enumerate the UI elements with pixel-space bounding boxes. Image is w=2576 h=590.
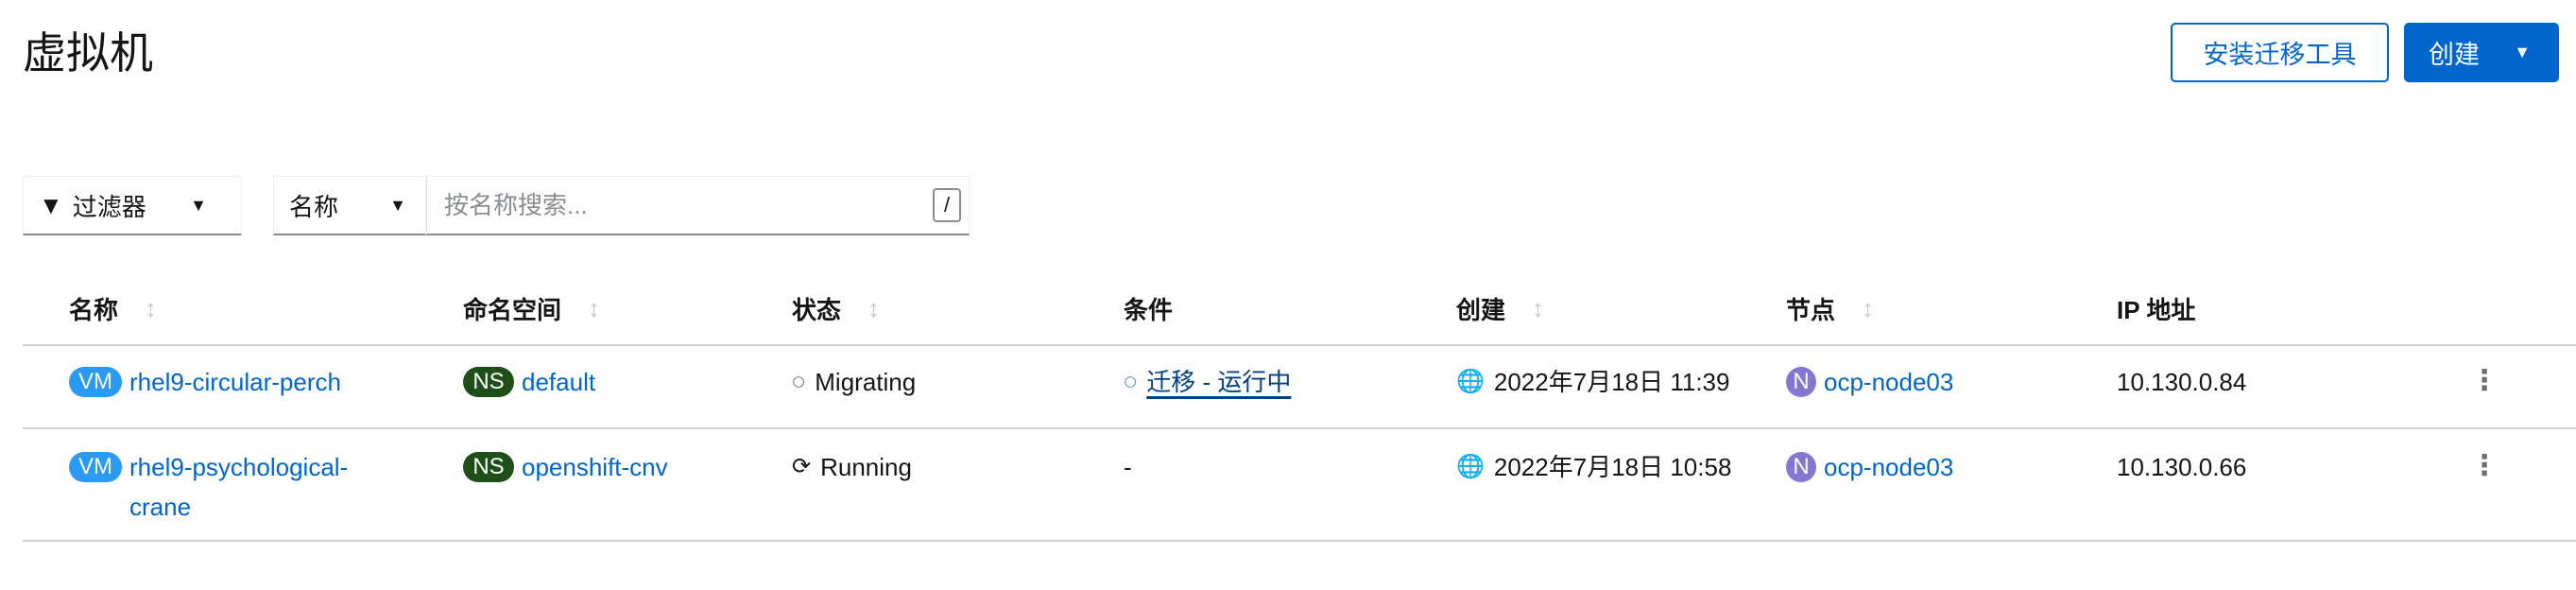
header-label: IP 地址 — [2117, 296, 2196, 324]
column-header-node[interactable]: 节点 ↕ — [1786, 291, 1874, 326]
ip-address: 10.130.0.84 — [2117, 368, 2247, 396]
created-time: 2022年7月18日 11:39 — [1493, 368, 1730, 396]
caret-down-icon: ▼ — [389, 195, 406, 215]
sort-icon: ↕ — [867, 294, 881, 322]
divider — [23, 540, 2576, 542]
kebab-menu-icon[interactable]: ⋮ — [2470, 367, 2499, 395]
vm-name-link[interactable]: rhel9-circular-perch — [129, 362, 341, 402]
node-link[interactable]: ocp-node03 — [1824, 447, 1953, 487]
sort-icon: ↕ — [145, 294, 158, 322]
filter-dropdown[interactable]: ▼ 过滤器 ▼ — [23, 176, 242, 235]
ns-badge: NS — [463, 367, 514, 397]
header-label: 名称 — [69, 296, 119, 324]
page-title: 虚拟机 — [23, 28, 153, 78]
node-badge: N — [1786, 452, 1816, 482]
ip-address: 10.130.0.66 — [2117, 453, 2247, 481]
attribute-dropdown[interactable]: 名称 ▼ — [273, 176, 426, 235]
vm-badge: VM — [69, 452, 122, 482]
node-link[interactable]: ocp-node03 — [1824, 362, 1953, 402]
kebab-menu-icon[interactable]: ⋮ — [2470, 452, 2499, 480]
vm-name-link[interactable]: rhel9-psychological-crane — [129, 447, 394, 527]
header-label: 状态 — [792, 296, 842, 324]
attribute-label: 名称 — [289, 192, 339, 221]
in-progress-icon: ◌ — [1124, 369, 1138, 394]
column-header-name[interactable]: 名称 ↕ — [69, 291, 157, 326]
column-header-namespace[interactable]: 命名空间 ↕ — [463, 291, 600, 326]
create-button[interactable]: 创建 ▼ — [2404, 23, 2559, 82]
filter-label: 过滤器 — [72, 192, 146, 221]
header-label: 节点 — [1786, 296, 1836, 324]
namespace-link[interactable]: openshift-cnv — [522, 447, 668, 487]
divider — [23, 344, 2576, 346]
in-progress-icon: ◌ — [792, 369, 806, 394]
created-time: 2022年7月18日 10:58 — [1493, 453, 1732, 481]
column-header-status[interactable]: 状态 ↕ — [792, 291, 880, 326]
header-label: 命名空间 — [463, 296, 562, 324]
sort-icon: ↕ — [588, 294, 601, 322]
ns-badge: NS — [463, 452, 514, 482]
status-text: Running — [820, 453, 912, 481]
caret-down-icon: ▼ — [190, 195, 207, 215]
filter-icon: ▼ — [39, 190, 63, 219]
search-input[interactable] — [444, 190, 898, 220]
sort-icon: ↕ — [1862, 294, 1875, 322]
column-header-ip: IP 地址 — [2117, 291, 2195, 326]
condition-text: - — [1124, 453, 1132, 481]
node-badge: N — [1786, 367, 1816, 397]
divider — [23, 427, 2576, 429]
install-label: 安装迁移工具 — [2203, 41, 2357, 69]
search-box: / — [426, 176, 970, 235]
column-header-created[interactable]: 创建 ↕ — [1456, 291, 1544, 326]
keyboard-shortcut-hint: / — [933, 188, 961, 222]
globe-icon: 🌐 — [1456, 454, 1485, 479]
namespace-link[interactable]: default — [522, 362, 595, 402]
header-label: 创建 — [1456, 296, 1506, 324]
install-migration-toolkit-button[interactable]: 安装迁移工具 — [2171, 23, 2389, 82]
create-label: 创建 — [2429, 41, 2480, 69]
condition-link[interactable]: 迁移 - 运行中 — [1146, 362, 1291, 402]
status-text: Migrating — [815, 368, 917, 396]
column-header-conditions: 条件 — [1124, 291, 1173, 326]
sort-icon: ↕ — [1532, 294, 1545, 322]
globe-icon: 🌐 — [1456, 369, 1485, 394]
sync-icon: ⟳ — [792, 454, 812, 479]
header-label: 条件 — [1124, 296, 1174, 324]
caret-down-icon: ▼ — [2514, 43, 2531, 61]
vm-badge: VM — [69, 367, 122, 397]
